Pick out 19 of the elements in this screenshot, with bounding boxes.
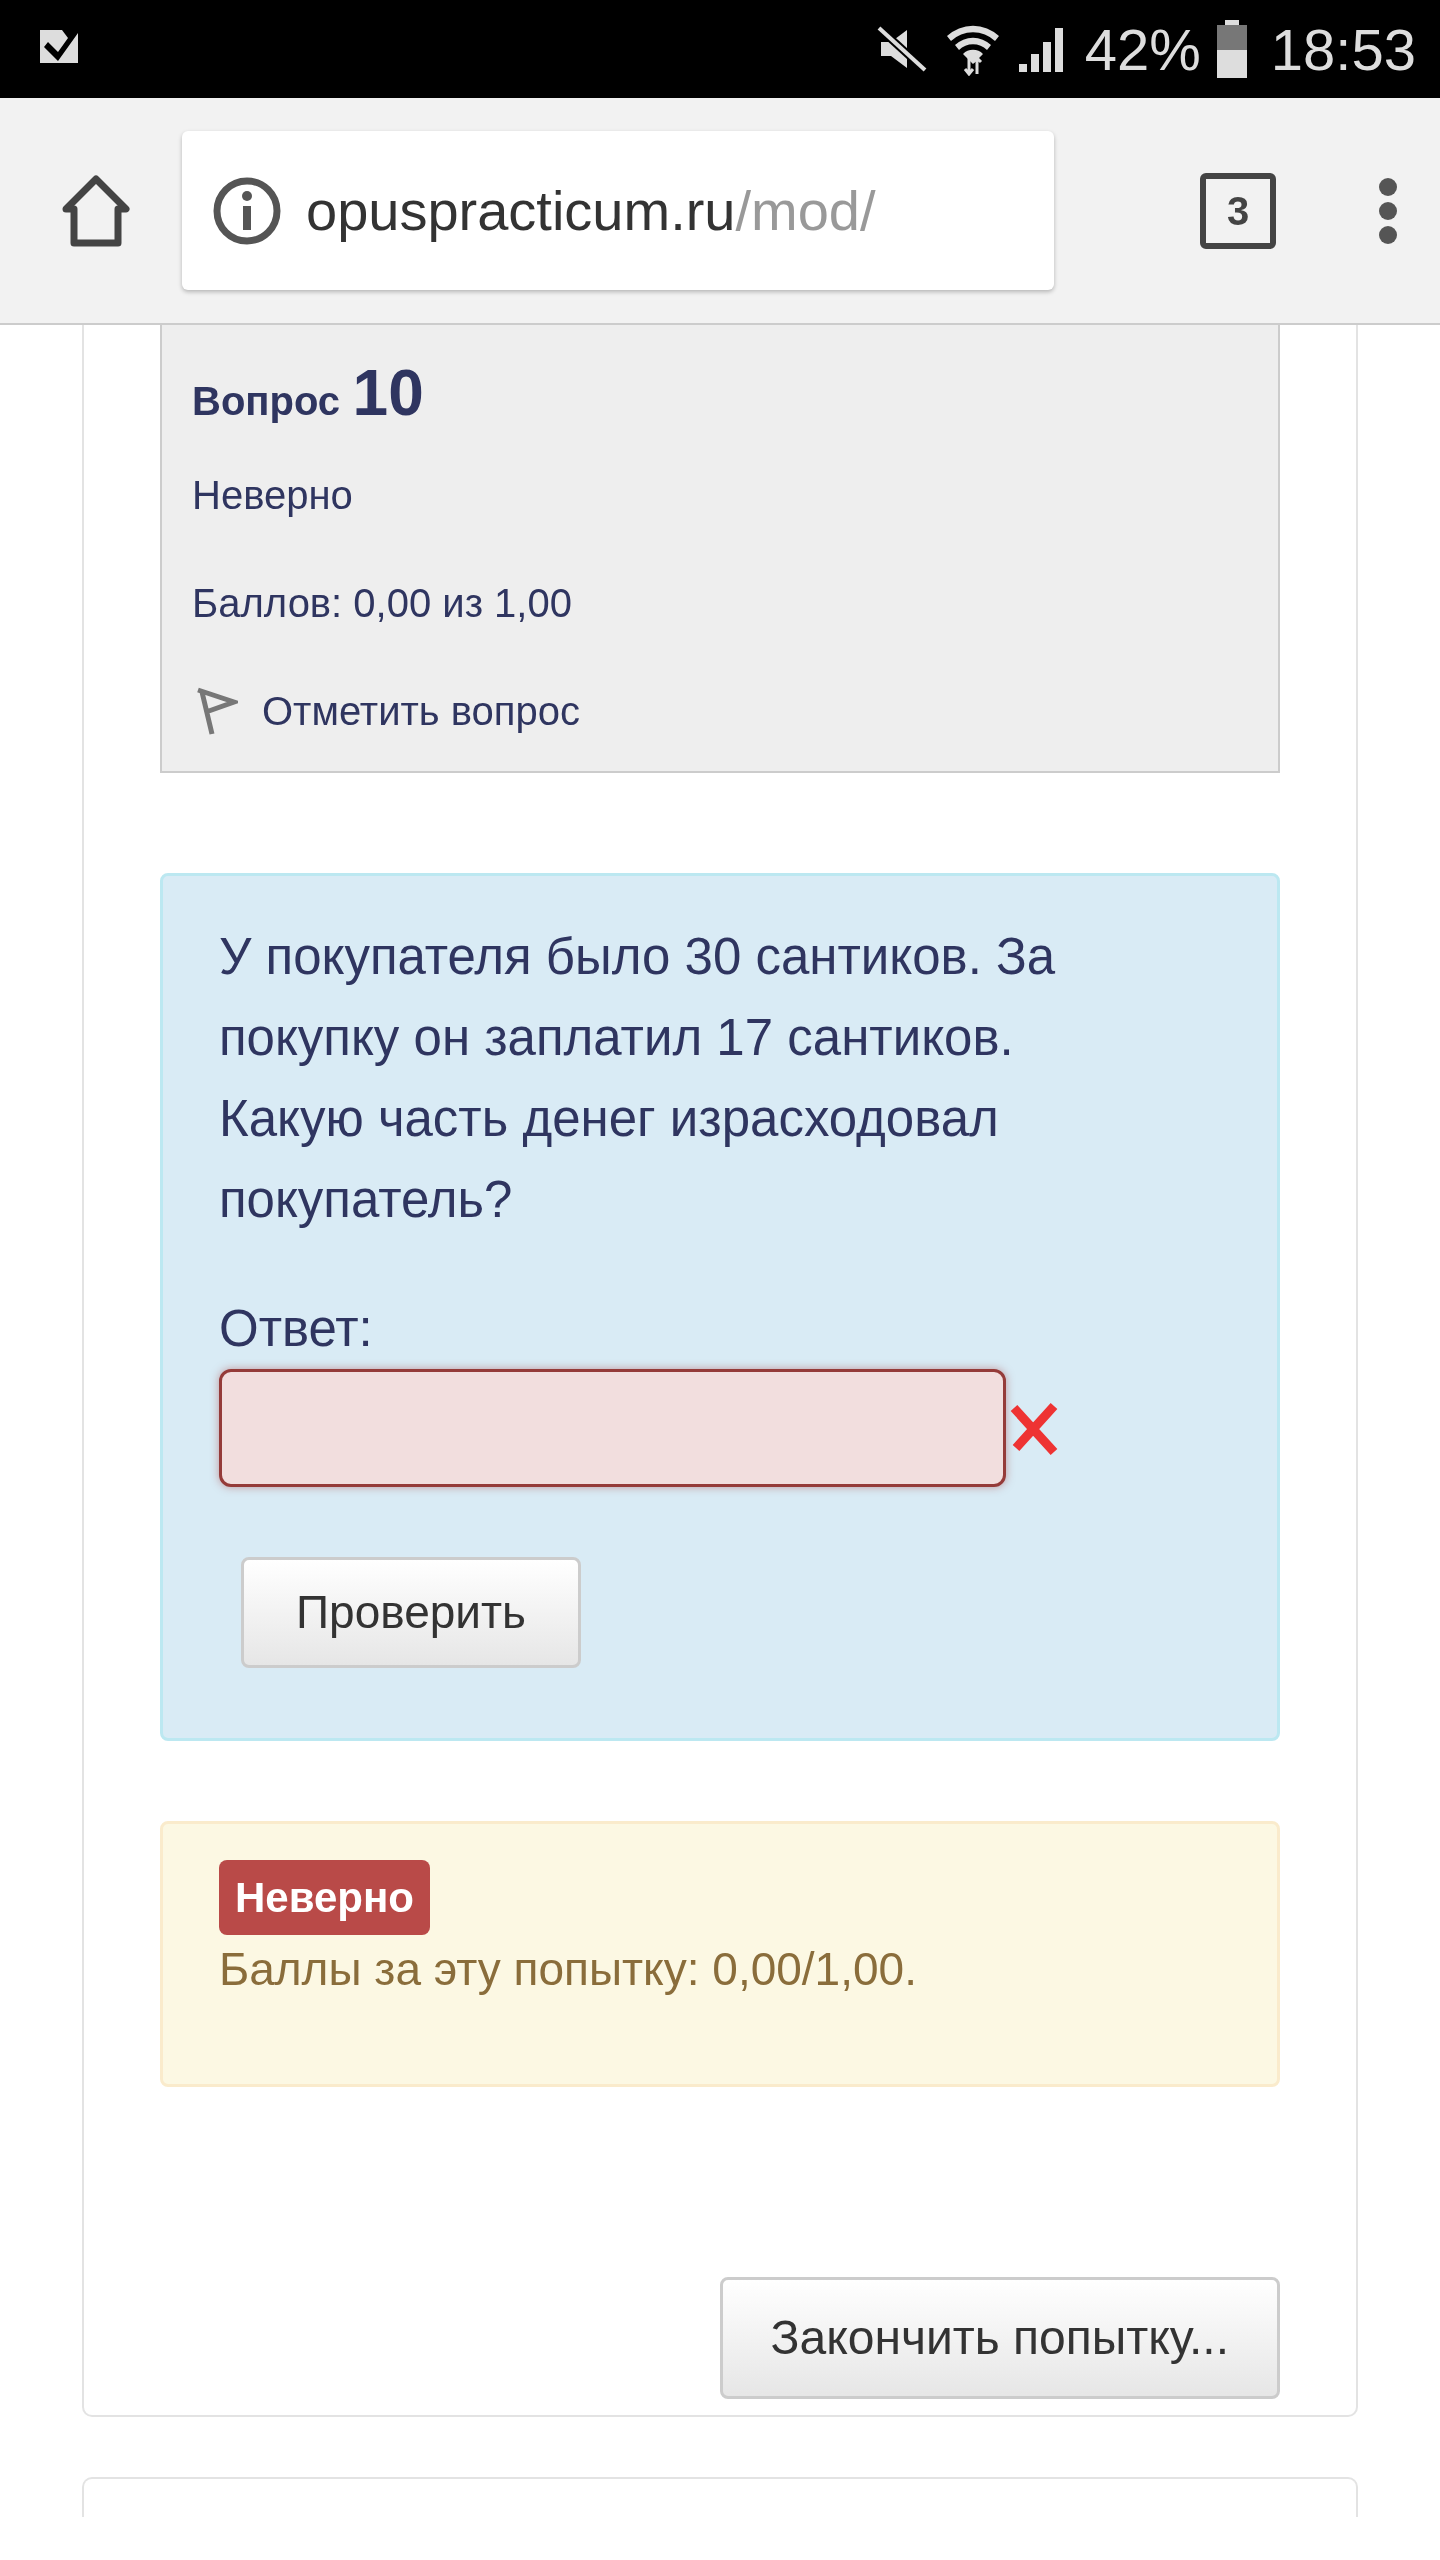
address-bar[interactable]: opuspracticum.ru/mod/: [182, 131, 1054, 290]
url-text: opuspracticum.ru/mod/: [306, 177, 876, 244]
clock-time: 18:53: [1270, 15, 1416, 84]
answer-field[interactable]: [219, 1369, 1006, 1487]
battery-percent: 42%: [1084, 15, 1201, 84]
question-heading: Вопрос 10: [192, 356, 425, 431]
attempt-grade: Баллы за эту попытку: 0,00/1,00.: [219, 1942, 918, 1997]
question-grade: Баллов: 0,00 из 1,00: [192, 580, 573, 627]
question-text: У покупателя было 30 сантиков. За покупку он заплатил 17 сантиков. Какую часть денег израсходовал покупатель?: [219, 927, 1057, 1230]
answer-label: Ответ:: [219, 1299, 374, 1359]
result-badge: Неверно: [219, 1860, 430, 1935]
question-state: Неверно: [192, 472, 354, 519]
flag-question-link[interactable]: Отметить вопрос: [192, 681, 1248, 741]
menu-icon[interactable]: [1376, 176, 1400, 245]
mute-icon: [874, 24, 929, 74]
finish-attempt-button[interactable]: Закончить попытку...: [719, 2277, 1280, 2399]
check-button[interactable]: Проверить: [241, 1557, 582, 1668]
info-icon: [212, 175, 282, 246]
battery-icon: [1216, 20, 1247, 78]
